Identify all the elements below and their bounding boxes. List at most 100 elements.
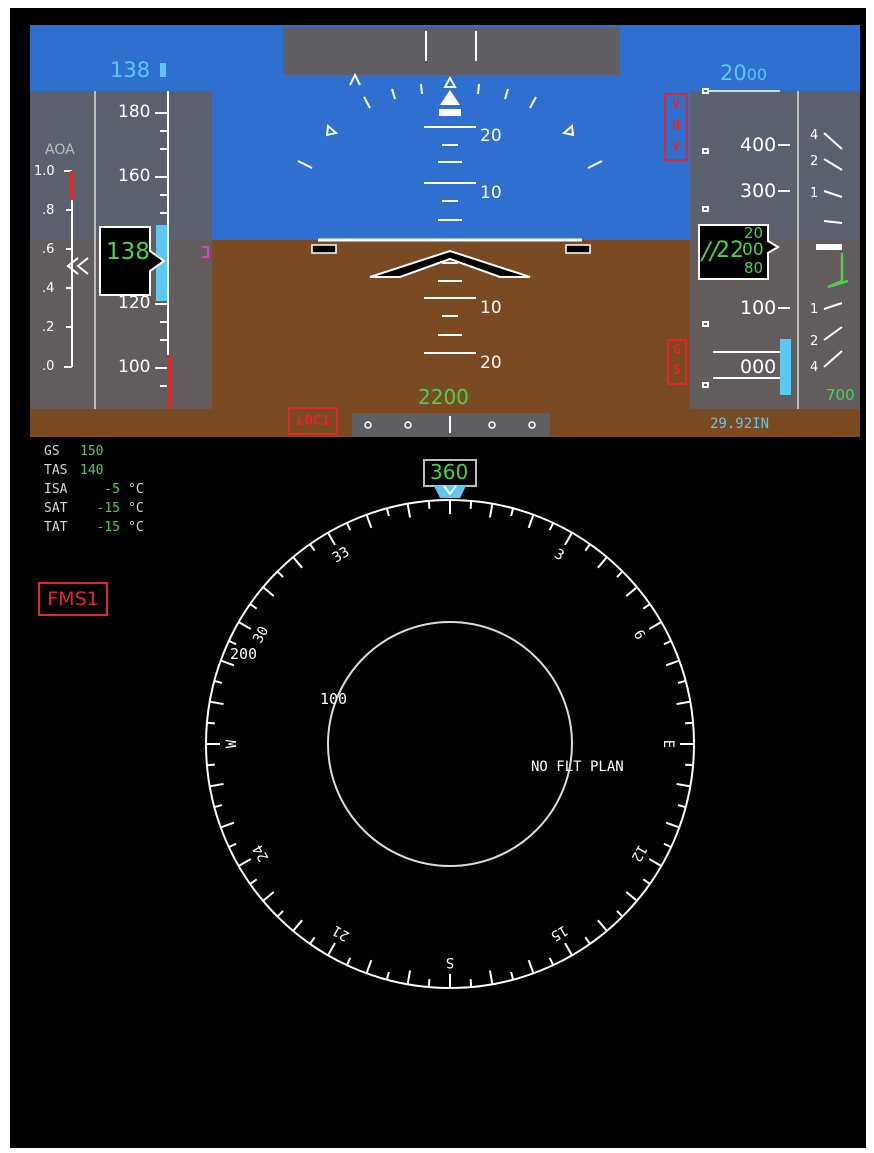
compass-tick	[663, 842, 672, 849]
selected-altitude[interactable]: 2000	[720, 61, 767, 85]
compass-label: 12	[628, 842, 650, 865]
altitude-tape-label: 400	[740, 134, 777, 156]
compass-tick	[584, 936, 591, 945]
compass-tick	[406, 503, 412, 518]
compass-tick	[648, 621, 662, 630]
heading-bug-icon[interactable]	[434, 486, 466, 498]
compass-tick	[676, 700, 691, 706]
pitch-label: 20	[480, 126, 502, 146]
vertical-speed-readout: 700	[826, 386, 855, 404]
compass-rose: 3 6 E 12 15 S 21 24 W 30 33	[205, 459, 695, 989]
compass-tick	[625, 891, 638, 902]
vnav-annunciator: VNV	[664, 93, 688, 161]
speed-tape-label: 180	[118, 102, 151, 122]
aoa-scale-label: .0	[42, 359, 55, 374]
compass-label: 3	[551, 546, 566, 564]
compass-tick	[385, 508, 390, 517]
compass-tick	[548, 957, 555, 966]
compass-tick	[597, 919, 608, 932]
compass-tick	[209, 700, 224, 706]
vsi-scale-label: 4	[810, 360, 819, 375]
vsi-scale-label: 1	[810, 302, 819, 317]
compass-tick	[385, 971, 390, 980]
compass-tick	[228, 639, 237, 646]
speed-tape-label: 100	[118, 357, 151, 377]
compass-tick	[488, 503, 494, 518]
compass-label: 6	[630, 627, 648, 642]
selected-speed[interactable]: 138	[110, 60, 150, 81]
aoa-label: AOA	[45, 142, 75, 158]
compass-tick	[677, 679, 686, 684]
compass-tick	[663, 639, 672, 646]
compass-tick	[427, 979, 431, 988]
compass-tick	[677, 804, 686, 809]
compass-tick	[642, 878, 651, 885]
compass-tick	[527, 959, 535, 974]
compass-label: 21	[330, 922, 353, 944]
compass-tick	[676, 782, 691, 788]
compass-tick	[276, 910, 284, 918]
compass-tick	[309, 543, 316, 552]
compass-tick	[584, 543, 591, 552]
compass-tick	[365, 514, 373, 529]
compass-tick	[564, 532, 573, 546]
compass-tick	[642, 603, 651, 610]
primary-flight-display: 138 2000 AOA 1.0 .8 .6 .4 .2 .0 180 160 …	[30, 25, 860, 437]
aoa-scale-label: .8	[42, 203, 55, 218]
compass-tick	[292, 556, 303, 569]
range-label-inner: 100	[320, 690, 348, 708]
compass-tick	[228, 842, 237, 849]
compass-tick	[206, 763, 215, 767]
compass-tick	[427, 500, 431, 509]
compass-tick	[597, 556, 608, 569]
speed-tape-label: 160	[118, 166, 151, 186]
compass-label: W	[224, 739, 240, 748]
compass-label: 24	[250, 842, 272, 865]
compass-tick	[238, 621, 252, 630]
compass-tick	[548, 522, 555, 531]
gs-annunciator: GS	[667, 339, 687, 385]
compass-label: 15	[548, 922, 571, 944]
compass-tick	[685, 721, 694, 725]
compass-tick	[262, 891, 275, 902]
compass-tick	[564, 942, 573, 956]
compass-tick	[327, 942, 336, 956]
compass-tick	[625, 586, 638, 597]
compass-tick	[648, 858, 662, 867]
compass-tick	[209, 782, 224, 788]
altitude-tape-label: 300	[740, 180, 777, 202]
vsi-scale-label: 4	[810, 128, 819, 143]
compass-tick	[249, 603, 258, 610]
compass-tick	[685, 763, 694, 767]
compass-tick	[345, 522, 352, 531]
current-airspeed: 138	[106, 239, 150, 265]
compass-tick	[510, 508, 515, 517]
aoa-scale-label: 1.0	[34, 164, 55, 179]
compass-label: 30	[250, 624, 272, 647]
altitude-preselect: 2200	[418, 385, 469, 409]
compass-tick	[345, 957, 352, 966]
compass-tick	[406, 970, 412, 985]
baro-setting[interactable]: 29.92IN	[710, 417, 769, 431]
compass-tick	[488, 970, 494, 985]
compass-tick	[616, 570, 624, 578]
compass-tick	[238, 858, 252, 867]
vsi-scale-label: 2	[810, 334, 819, 349]
compass-tick	[214, 804, 223, 809]
aoa-scale-label: .6	[42, 242, 55, 257]
compass-tick	[262, 586, 275, 597]
heading-readout[interactable]: 360	[430, 462, 468, 482]
range-ring-inner	[327, 621, 573, 867]
aoa-scale-label: .2	[42, 320, 55, 335]
speed-tape-label: 120	[118, 293, 151, 313]
compass-tick	[292, 919, 303, 932]
compass-tick	[665, 659, 680, 667]
compass-tick	[365, 959, 373, 974]
compass-tick	[206, 721, 215, 725]
range-label-outer: 200	[230, 645, 258, 663]
compass-tick	[469, 979, 473, 988]
compass-label: E	[660, 740, 676, 748]
speed-bug-icon	[160, 63, 166, 77]
no-flight-plan-message: NO FLT PLAN	[531, 759, 624, 775]
compass-tick	[616, 910, 624, 918]
